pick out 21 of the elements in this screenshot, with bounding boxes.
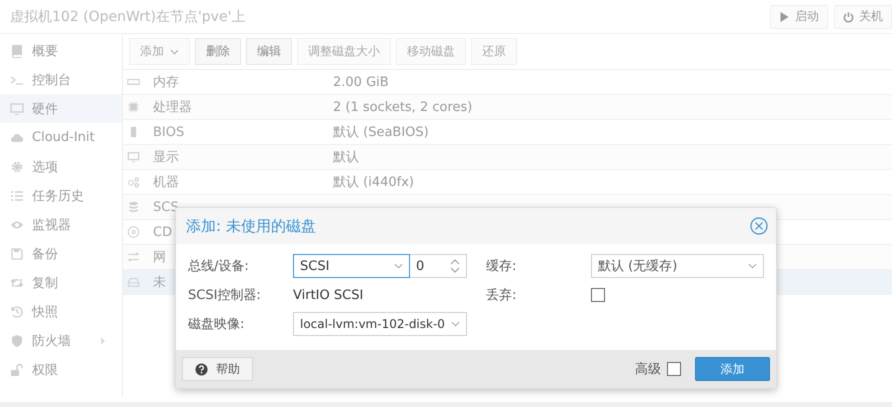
row-label: 机器 [153,174,179,191]
row-value: 默认 [333,149,359,166]
row-value: 默认 (SeaBIOS) [333,124,429,141]
field-label: 丢弃: [486,287,518,304]
window-title: 虚拟机102 (OpenWrt)在节点'pve'上 [10,8,246,26]
row-value: 默认 (i440fx) [333,174,414,191]
row-value: 2 (1 sockets, 2 cores) [333,100,472,114]
controller-value: VirtIO SCSI [293,288,364,302]
advanced-label: 高级 [635,361,661,378]
row-label: 网 [153,249,166,266]
field-label: 磁盘映像: [188,316,246,333]
row-label: CD [153,224,172,240]
field-label: SCSI控制器: [188,287,262,304]
row-value: 2.00 GiB [333,74,389,90]
field-label: 缓存: [486,258,518,275]
row-label: 未 [153,274,166,291]
row-label: 内存 [153,74,179,91]
row-label: BIOS [153,124,184,140]
field-label: 总线/设备: [188,258,250,275]
row-label: 显示 [153,149,179,166]
row-label: 处理器 [153,99,192,116]
